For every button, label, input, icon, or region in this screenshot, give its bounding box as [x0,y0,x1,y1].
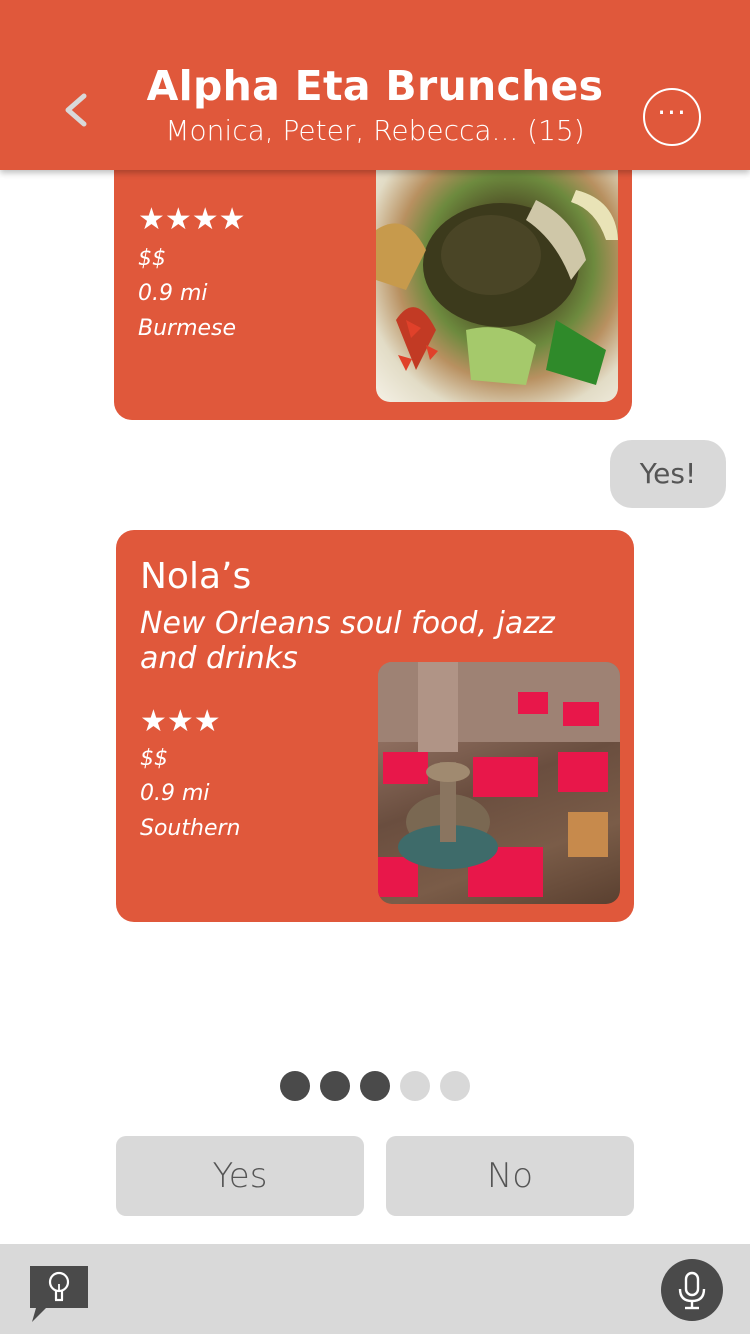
bottom-toolbar [0,1244,750,1334]
app-header: Alpha Eta Brunches Monica, Peter, Rebecc… [0,0,750,170]
page-indicator [280,1071,480,1101]
restaurant-photo [376,170,618,402]
lightbulb-icon[interactable] [26,1262,92,1324]
price-level: $$ [140,746,168,771]
message-bubble-reply: Yes! [610,440,726,508]
yes-button[interactable]: Yes [116,1136,364,1216]
page-dot-2 [320,1071,350,1101]
restaurant-name: Nola’s [140,556,252,597]
courtyard-illustration [378,662,620,897]
distance: 0.9 mi [140,781,210,806]
distance: 0.9 mi [138,281,208,306]
cuisine: Southern [140,816,241,841]
no-button[interactable]: No [386,1136,634,1216]
chat-members[interactable]: Monica, Peter, Rebecca... (15) [0,114,750,147]
more-options-button[interactable]: ··· [643,88,701,146]
restaurant-card-burmese[interactable]: ★★★★ $$ 0.9 mi Burmese [114,150,632,420]
page-dot-5 [440,1071,470,1101]
restaurant-card-nolas[interactable]: Nola’s New Orleans soul food, jazz and d… [116,530,634,922]
ellipsis-icon: ··· [657,96,687,129]
price-level: $$ [138,246,166,271]
rating-stars: ★★★ [140,704,221,739]
microphone-icon [678,1271,706,1310]
chat-title: Alpha Eta Brunches [146,62,604,110]
microphone-button[interactable] [661,1259,723,1321]
salad-illustration [376,190,618,385]
page-dot-3 [360,1071,390,1101]
cuisine: Burmese [138,316,237,341]
page-dot-1 [280,1071,310,1101]
restaurant-photo [378,662,620,904]
rating-stars: ★★★★ [138,202,246,237]
page-dot-4 [400,1071,430,1101]
